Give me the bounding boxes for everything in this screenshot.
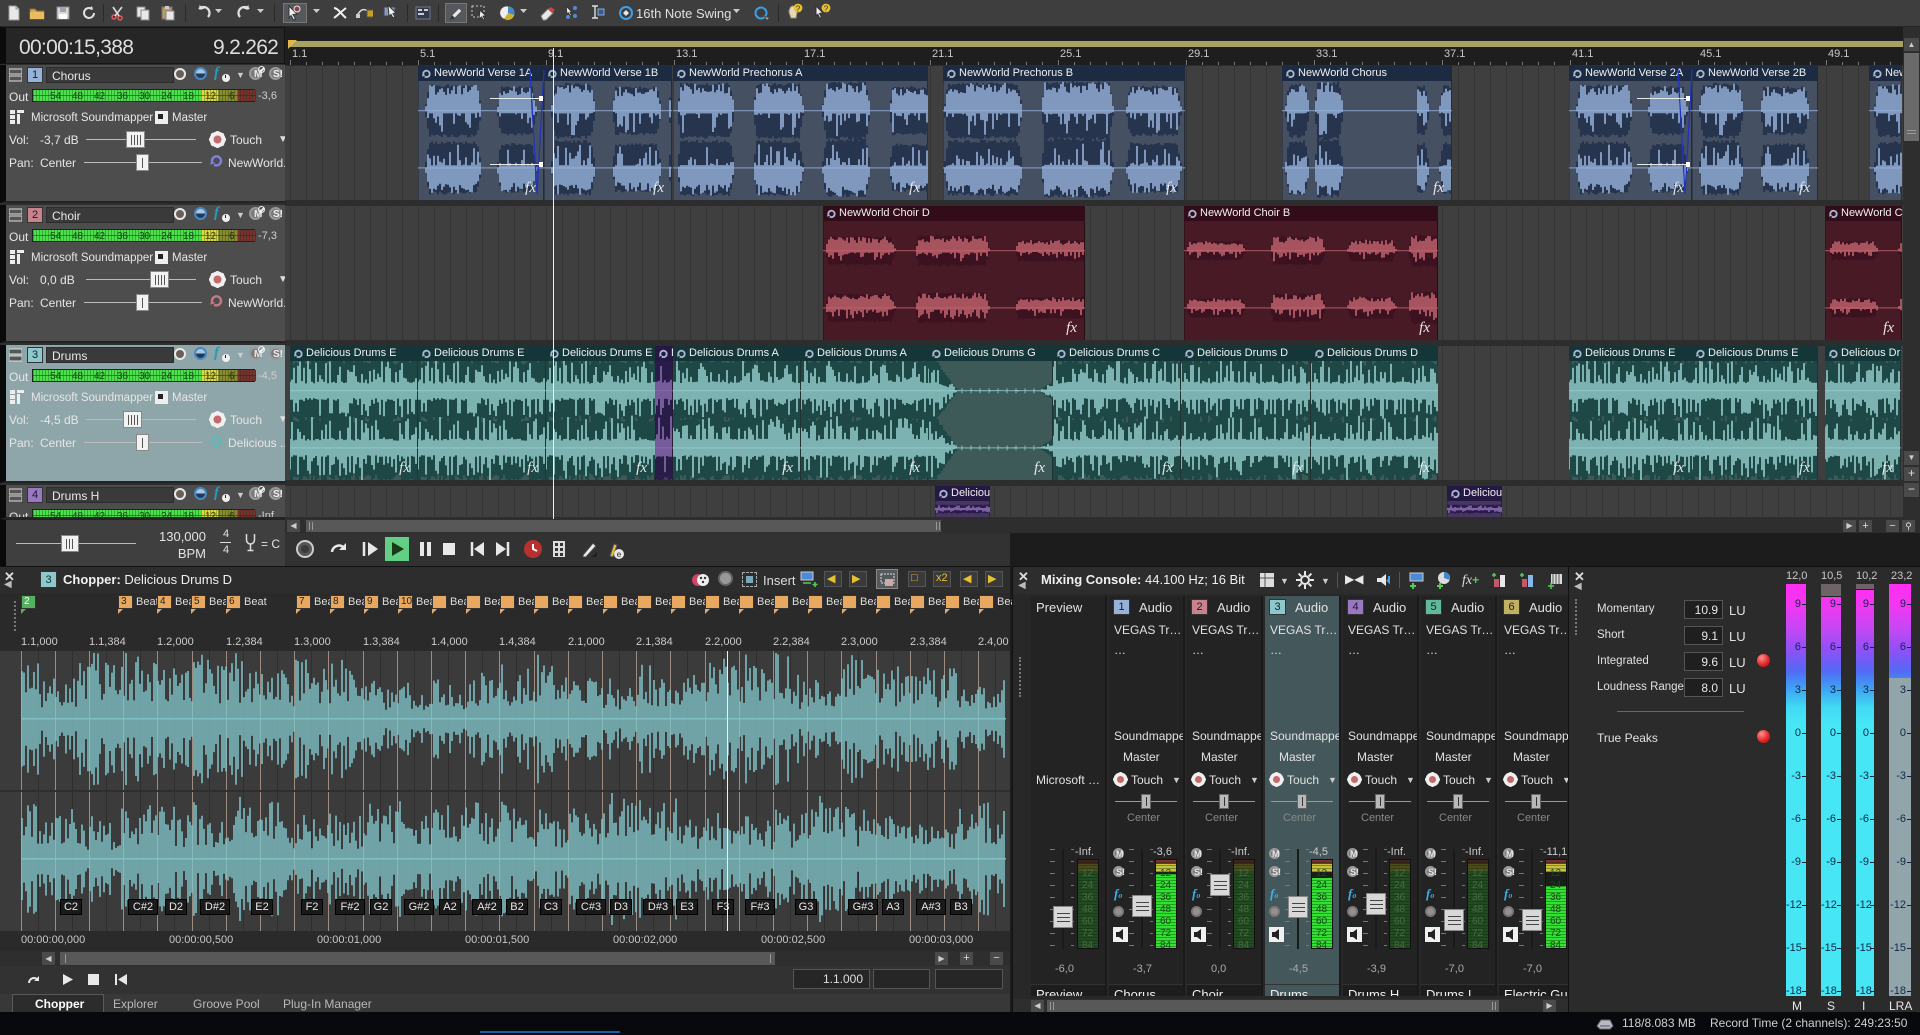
- svg-text:e: e: [617, 550, 622, 559]
- svg-text:?: ?: [824, 4, 829, 13]
- svg-text:?: ?: [796, 4, 801, 13]
